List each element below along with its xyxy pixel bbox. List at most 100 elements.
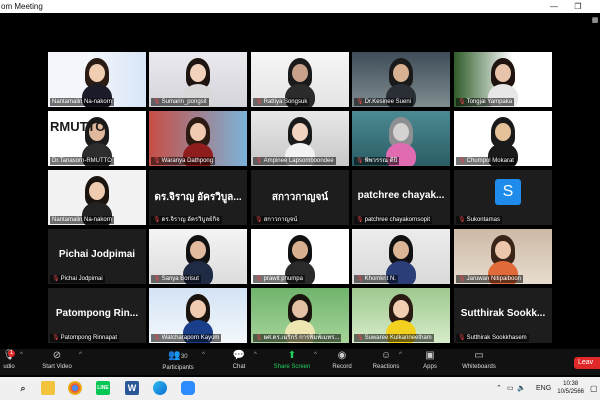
participant-tile[interactable]: Sutthirak Sookk... 🎙Sutthirak Sookkhasem [454,288,552,343]
participant-tile[interactable]: Patompong Rin... 🎙Patompong Rinnapat [48,288,146,343]
participant-name-label: 🎙พิพวรรณ ดีปี [354,157,400,165]
chevron-up-icon[interactable]: ^ [20,352,23,358]
participant-tile[interactable]: patchree chayak... 🎙patchree chayakornsop… [352,170,450,225]
audio-alert-badge: 1 [8,350,15,357]
participant-name-label: 🎙ดร.จิราญ อัครวิบูลย์กิจ [151,216,222,224]
participant-name-label: 🎙Sutthirak Sookkhasem [456,334,529,342]
minimize-icon[interactable]: — [548,0,560,13]
participant-display-name: ดร.จิราญ อัครวิบูล... [154,192,242,203]
participant-name: Khomkrit N. [364,276,396,282]
participant-tile[interactable]: 🎙Chumpol Mokarat [454,111,552,166]
muted-microphone-icon: 🎙 [255,99,263,105]
chevron-up-icon[interactable]: ^ [314,352,317,358]
clock[interactable]: 10:38 10/5/2566 [557,380,584,396]
reactions-button[interactable]: ☺ Reactions [369,349,403,371]
participant-name: Nantamalin Na-nakorn [52,99,113,105]
record-button[interactable]: ◉ Record [329,349,355,371]
chevron-up-icon[interactable]: ^ [254,352,257,358]
leave-button[interactable]: Leav [574,357,600,369]
language-indicator[interactable]: ENG [536,377,551,400]
chrome-icon[interactable] [68,381,82,395]
participant-name: prawit phumpa [263,276,303,282]
participant-name-label: 🎙Chumpol Mokarat [456,157,516,165]
window-title: om Meeting [1,2,43,11]
chevron-up-icon[interactable]: ⌃ [496,377,502,400]
participant-tile[interactable]: 🎙Sumarin_pongsit [149,52,247,107]
muted-microphone-icon: 🎙 [52,276,60,282]
participant-name-label: 🎙Jaruwan Nitipaiboon [456,275,523,283]
chevron-up-icon[interactable]: ^ [202,352,205,358]
muted-microphone-icon: 🎙 [255,217,263,223]
line-icon[interactable]: LINE [96,381,110,395]
participant-tile[interactable]: 🎙Jaruwan Nitipaiboon [454,229,552,284]
participant-tile[interactable]: ดร.จิราญ อัครวิบูล... 🎙ดร.จิราญ อัครวิบูล… [149,170,247,225]
notifications-icon[interactable]: ▢ [590,377,598,400]
participant-tile[interactable]: RMUTTO Dr.Tanasorn-RMUTTO [48,111,146,166]
participant-face [292,241,308,259]
participant-tile[interactable]: 🎙Khomkrit N. [352,229,450,284]
participant-name-label: 🎙Watcharaporn Kayom [151,334,222,342]
participant-face [393,241,409,259]
chevron-up-icon[interactable]: ^ [399,352,402,358]
apps-button[interactable]: ▣ Apps [419,349,441,371]
restore-icon[interactable]: ❐ [572,0,584,13]
participant-tile[interactable]: 🎙Rattiya Songsuk [251,52,349,107]
muted-microphone-icon: 🎙 [356,217,364,223]
share-screen-button[interactable]: ⬆ Share Screen [270,349,314,371]
participant-name: Waranya Dathpong [161,158,214,164]
participants-button[interactable]: 👥30 Participants [156,349,200,372]
apps-icon: ▣ [425,350,435,361]
participant-tile[interactable]: 🎙prawit phumpa [251,229,349,284]
network-icon[interactable]: ▭ [507,377,514,400]
participant-tile[interactable]: 🎙Dr.Kesinee Sueni [352,52,450,107]
participant-tile[interactable]: 🎙ผศ.ดร.เมริกร์ การพิมพ์เมทร... [251,288,349,343]
participant-face [190,300,206,318]
participant-face [495,241,511,259]
zoom-icon[interactable] [181,381,195,395]
participant-name-label: 🎙Sanya Borisut [151,275,201,283]
speaker-icon[interactable]: 🔈 [517,377,526,400]
chevron-up-icon[interactable]: ^ [79,352,82,358]
participant-tile[interactable]: 🎙Watcharaporn Kayom [149,288,247,343]
start-video-button[interactable]: ⊘ Start Video [37,349,77,371]
edge-icon[interactable] [153,381,167,395]
chat-icon: 💬 [232,350,246,361]
participant-tile[interactable]: สกาวกาญจน์ 🎙สกาวกาญจน์ [251,170,349,225]
participant-tile[interactable]: 🎙Sanya Borisut [149,229,247,284]
participant-name-label: 🎙Ampinee Lapsomboondee [253,157,336,165]
participant-name-label: Dr.Tanasorn-RMUTTO [50,157,114,165]
view-icon[interactable]: ▦ [590,16,600,28]
participant-tile[interactable]: 🎙Waranya Dathpong [149,111,247,166]
participant-tile[interactable]: 🎙Suwaree Kulkarineetham [352,288,450,343]
muted-microphone-icon: 🎙 [52,335,60,341]
muted-microphone-icon: 🎙 [153,335,161,341]
participant-name: Dr.Kesinee Sueni [364,99,411,105]
participant-tile[interactable]: 🎙Ampinee Lapsomboondee [251,111,349,166]
participant-tile[interactable]: Nantamalin Na-nakorn [48,52,146,107]
participant-face [393,123,409,141]
participant-face [292,64,308,82]
participant-face [190,241,206,259]
gallery-grid: Nantamalin Na-nakorn 🎙Sumarin_pongsit 🎙Rat… [48,52,552,343]
word-icon[interactable]: W [125,381,139,395]
whiteboards-button[interactable]: ▭ Whiteboards [458,349,500,371]
participant-name: Chumpol Mokarat [466,158,514,164]
background-logo-text: RMUTTO [50,119,106,134]
participant-tile[interactable]: Pichai Jodpimai 🎙Pichai Jodpimai [48,229,146,284]
participant-tile[interactable]: S 🎙Sukontamas [454,170,552,225]
share-screen-icon: ⬆ [287,350,297,361]
file-explorer-icon[interactable] [41,381,55,395]
chat-button[interactable]: 💬 Chat [228,349,250,371]
participant-tile[interactable]: 🎙Tongjai Yampaka [454,52,552,107]
participant-face [89,64,105,82]
participant-face [190,64,206,82]
search-icon[interactable]: ⌕ [16,381,30,395]
whiteboard-icon: ▭ [474,350,484,361]
participant-name-label: 🎙Sumarin_pongsit [151,98,209,106]
participant-tile[interactable]: Nantamalin Na-nakorn [48,170,146,225]
participant-display-name: Pichai Jodpimai [58,249,136,260]
participants-count: 30 [180,354,188,360]
participant-face [89,182,105,200]
participant-name: ดร.จิราญ อัครวิบูลย์กิจ [161,217,220,223]
participant-tile[interactable]: 🎙พิพวรรณ ดีปี [352,111,450,166]
